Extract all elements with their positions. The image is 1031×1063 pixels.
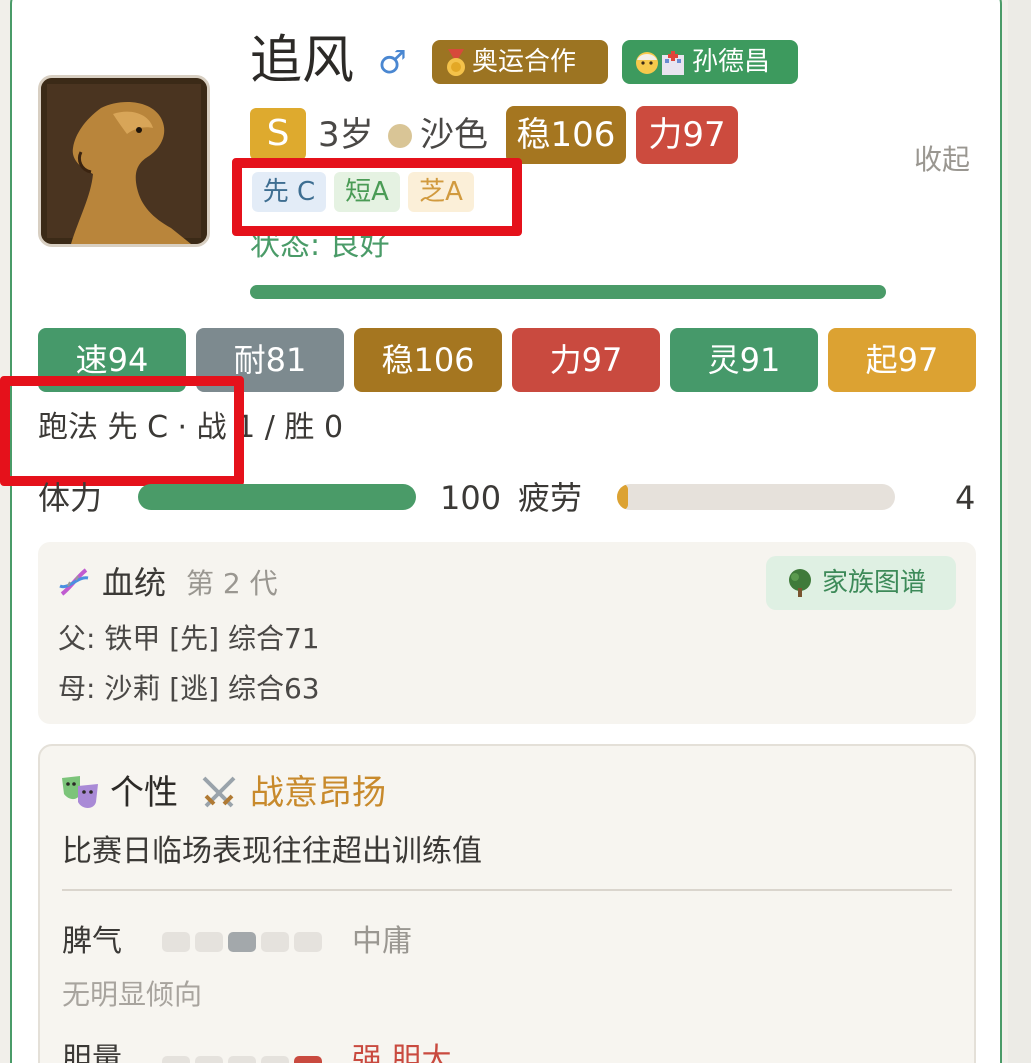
olympic-badge-label: 奥运合作 <box>472 47 577 77</box>
coat-color-swatch <box>388 124 412 148</box>
male-gender-icon: ♂ <box>378 43 407 81</box>
personality-description: 比赛日临场表现往往超出训练值 <box>62 834 482 869</box>
dna-icon <box>59 568 89 596</box>
stat-agility: 灵91 <box>670 328 818 392</box>
hospital-icon <box>662 50 684 75</box>
crossed-swords-icon <box>202 776 236 808</box>
courage-segment <box>195 1056 223 1063</box>
stat-stability: 稳106 <box>354 328 502 392</box>
fatigue-bar-fill <box>617 484 628 510</box>
sire-info: 父: 铁甲 [先] 综合71 <box>58 622 320 655</box>
temper-segment <box>294 932 322 952</box>
annotation-box-tags <box>232 158 522 236</box>
fatigue-value: 4 <box>955 479 976 517</box>
temper-segment <box>261 932 289 952</box>
horse-name: 追风 <box>250 31 355 91</box>
stamina-label: 体力 <box>38 479 103 517</box>
condition-bar <box>250 285 886 299</box>
horse-profile-page: 追风 ♂ 奥运合作 孙德昌 S 3岁 沙色 稳106 力97 收起 先 C 短A… <box>0 0 1031 1063</box>
temper-segment <box>162 932 190 952</box>
horse-coat: 沙色 <box>420 115 488 155</box>
temper-segment <box>228 932 256 952</box>
dam-info: 母: 沙莉 [逃] 综合63 <box>58 672 320 705</box>
trainer-name: 孙德昌 <box>692 47 771 77</box>
grade-badge: S <box>250 108 306 160</box>
courage-segment <box>294 1056 322 1063</box>
horse-portrait[interactable] <box>38 75 210 247</box>
trainer-badge[interactable]: 孙德昌 <box>622 40 798 84</box>
stability-pill: 稳106 <box>506 106 626 164</box>
collapse-button[interactable]: 收起 <box>914 142 970 178</box>
courage-segment <box>228 1056 256 1063</box>
tree-icon <box>789 569 811 597</box>
annotation-box-run <box>0 376 244 486</box>
courage-segment <box>162 1056 190 1063</box>
personality-title: 个性 <box>110 773 178 813</box>
courage-value: 强 胆大 <box>352 1042 452 1063</box>
old-man-icon <box>636 51 658 74</box>
power-pill: 力97 <box>636 106 738 164</box>
lineage-title: 血统 <box>102 564 167 602</box>
courage-label: 胆量 <box>62 1042 122 1063</box>
stamina-bar <box>138 484 416 510</box>
horse-age: 3岁 <box>318 115 374 155</box>
lineage-generation: 第 2 代 <box>186 567 278 600</box>
fatigue-label: 疲劳 <box>518 479 583 517</box>
right-scroll-gutter <box>1008 0 1031 1063</box>
courage-segment <box>261 1056 289 1063</box>
theater-masks-icon <box>62 776 98 808</box>
temper-value: 中庸 <box>352 924 412 959</box>
medal-icon <box>447 48 465 76</box>
temper-segment <box>195 932 223 952</box>
stat-power: 力97 <box>512 328 660 392</box>
personality-trait: 战意昂扬 <box>250 773 386 813</box>
temper-label: 脾气 <box>62 924 122 959</box>
stat-start: 起97 <box>828 328 976 392</box>
fatigue-bar <box>617 484 895 510</box>
personality-panel <box>38 744 976 1063</box>
stamina-value: 100 <box>440 479 502 517</box>
personality-divider <box>62 889 952 891</box>
temper-note: 无明显倾向 <box>62 978 203 1011</box>
olympic-partner-badge[interactable]: 奥运合作 <box>432 40 608 84</box>
